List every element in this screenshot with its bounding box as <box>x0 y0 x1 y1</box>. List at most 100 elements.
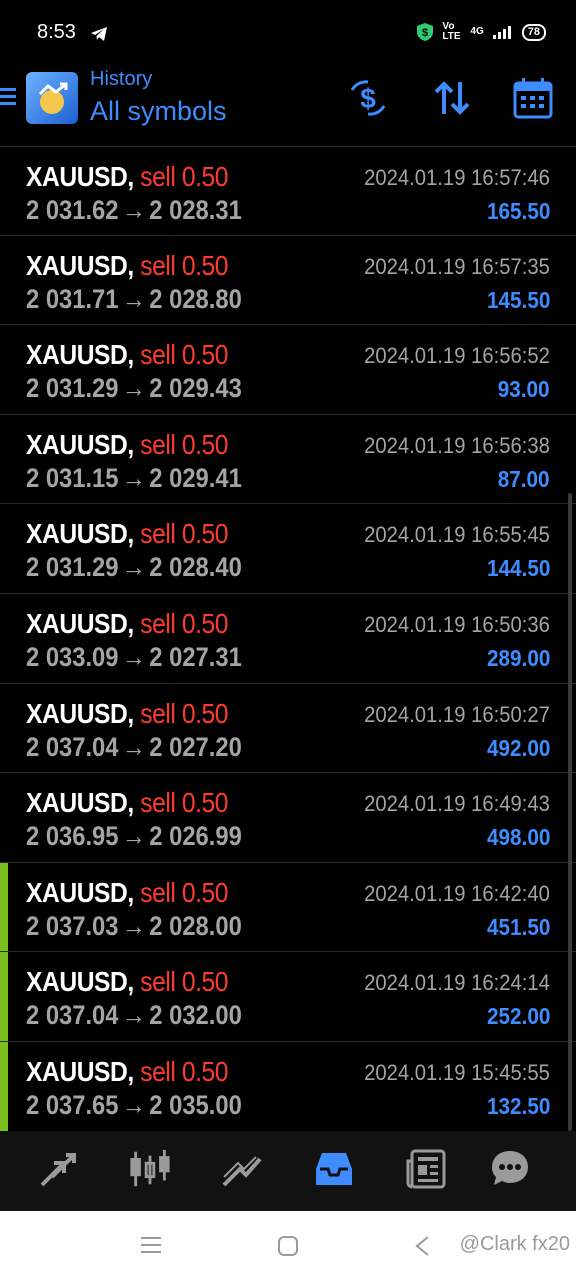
trade-profit: 451.50 <box>486 913 550 940</box>
trade-row[interactable]: XAUUSD, sell 0.50 2 037.03 → 2 028.00 2024… <box>0 862 576 953</box>
trade-symbol: XAUUSD, <box>26 249 134 281</box>
trade-row[interactable]: XAUUSD, sell 0.50 2 031.15 → 2 029.41 2024… <box>0 415 576 505</box>
trade-side: sell <box>140 518 176 550</box>
trade-volume: 0.50 <box>181 428 229 460</box>
close-price: 2 028.31 <box>149 195 242 225</box>
symbol-filter[interactable]: All symbols <box>90 96 227 127</box>
header-title: History <box>90 68 153 90</box>
telegram-icon <box>91 27 107 41</box>
arrow-right-icon: → <box>122 641 146 672</box>
row-marker <box>0 1041 8 1131</box>
arrow-right-icon: → <box>122 462 146 493</box>
trade-profit: 145.50 <box>486 286 550 313</box>
trade-datetime: 2024.01.19 16:56:52 <box>364 343 550 369</box>
trade-volume: 0.50 <box>181 161 229 192</box>
trade-symbol: XAUUSD, <box>26 966 134 998</box>
trade-profit: 93.00 <box>498 376 550 403</box>
close-price: 2 026.99 <box>149 821 242 852</box>
trade-symbol-line: XAUUSD, sell 0.50 <box>26 518 228 550</box>
trade-row[interactable]: XAUUSD, sell 0.50 2 031.71 → 2 028.80 2024… <box>0 236 576 326</box>
trade-symbol-line: XAUUSD, sell 0.50 <box>26 339 228 371</box>
sort-icon[interactable] <box>432 76 472 120</box>
history-list[interactable]: XAUUSD, sell 0.50 2 031.62 → 2 028.31 2024… <box>0 146 576 1132</box>
trade-volume: 0.50 <box>181 876 229 908</box>
news-icon[interactable] <box>404 1147 448 1191</box>
candlestick-icon[interactable] <box>128 1147 172 1191</box>
trade-row[interactable]: XAUUSD, sell 0.50 2 031.29 → 2 028.40 2024… <box>0 504 576 594</box>
trade-row[interactable]: XAUUSD, sell 0.50 2 037.04 → 2 032.00 2024… <box>0 952 576 1042</box>
watermark: @Clark fx20 <box>459 1233 570 1255</box>
trend-icon[interactable] <box>220 1147 264 1191</box>
trade-row[interactable]: XAUUSD, sell 0.50 2 031.29 → 2 029.43 2024… <box>0 325 576 415</box>
system-nav-bar: @Clark fx20 <box>0 1211 576 1280</box>
open-price: 2 033.09 <box>26 641 119 672</box>
trade-prices: 2 031.15 → 2 029.41 <box>26 463 242 494</box>
arrow-right-icon: → <box>122 195 146 225</box>
menu-icon[interactable] <box>0 86 16 108</box>
trade-datetime: 2024.01.19 16:50:36 <box>364 611 550 637</box>
close-price: 2 027.31 <box>149 641 242 672</box>
open-price: 2 036.95 <box>26 821 119 852</box>
calendar-icon[interactable] <box>512 76 554 120</box>
open-price: 2 037.65 <box>26 1089 119 1120</box>
trade-side: sell <box>140 161 176 192</box>
trade-datetime: 2024.01.19 16:56:38 <box>364 432 550 458</box>
trade-symbol-line: XAUUSD, sell 0.50 <box>26 877 228 909</box>
trade-volume: 0.50 <box>181 607 229 639</box>
trade-side: sell <box>140 249 176 281</box>
scrollbar[interactable] <box>568 493 572 1131</box>
arrow-right-icon: → <box>122 1000 146 1031</box>
trade-volume: 0.50 <box>181 787 229 819</box>
trade-symbol: XAUUSD, <box>26 428 134 460</box>
trade-datetime: 2024.01.19 16:57:46 <box>364 165 550 190</box>
trade-row[interactable]: XAUUSD, sell 0.50 2 031.62 → 2 028.31 2024… <box>0 146 576 236</box>
trade-side: sell <box>140 1055 176 1087</box>
trade-datetime: 2024.01.19 16:24:14 <box>364 970 550 996</box>
trade-symbol-line: XAUUSD, sell 0.50 <box>26 787 228 819</box>
svg-text:$: $ <box>422 27 428 39</box>
trade-row[interactable]: XAUUSD, sell 0.50 2 036.95 → 2 026.99 2024… <box>0 773 576 863</box>
trade-side: sell <box>140 339 176 371</box>
arrow-right-icon: → <box>122 373 146 404</box>
trade-symbol-line: XAUUSD, sell 0.50 <box>26 1056 228 1088</box>
open-price: 2 037.04 <box>26 731 119 762</box>
signal-icon <box>492 26 511 39</box>
trade-symbol: XAUUSD, <box>26 697 134 729</box>
arrow-right-icon: → <box>122 552 146 583</box>
back-nav-icon[interactable] <box>414 1235 430 1257</box>
home-nav-icon[interactable] <box>277 1235 299 1257</box>
trade-datetime: 2024.01.19 16:55:45 <box>364 522 550 548</box>
recents-nav-icon[interactable] <box>140 1235 162 1255</box>
trade-side: sell <box>140 966 176 998</box>
trade-volume: 0.50 <box>181 518 229 550</box>
trade-symbol-line: XAUUSD, sell 0.50 <box>26 250 228 282</box>
trade-volume: 0.50 <box>181 697 229 729</box>
trade-row[interactable]: XAUUSD, sell 0.50 2 037.04 → 2 027.20 2024… <box>0 684 576 774</box>
trade-prices: 2 031.62 → 2 028.31 <box>26 195 242 226</box>
trade-symbol: XAUUSD, <box>26 876 134 908</box>
arrow-right-icon: → <box>122 1089 146 1120</box>
trade-prices: 2 031.29 → 2 028.40 <box>26 552 242 583</box>
close-price: 2 028.40 <box>149 552 242 583</box>
trade-profit: 252.00 <box>486 1003 550 1030</box>
open-price: 2 037.03 <box>26 910 119 941</box>
inbox-icon[interactable] <box>312 1147 356 1191</box>
battery-level: 78 <box>521 23 546 41</box>
close-price: 2 027.20 <box>149 731 242 762</box>
volte-indicator: Vo LTE <box>442 21 461 42</box>
chat-icon[interactable] <box>488 1147 532 1191</box>
trade-volume: 0.50 <box>181 1055 229 1087</box>
app-logo-icon[interactable] <box>26 72 78 124</box>
deposit-dollar-icon[interactable]: $ <box>346 76 390 120</box>
trade-row[interactable]: XAUUSD, sell 0.50 2 037.65 → 2 035.00 2024… <box>0 1041 576 1132</box>
trade-prices: 2 033.09 → 2 027.31 <box>26 642 242 673</box>
trade-profit: 132.50 <box>486 1092 550 1119</box>
trade-row[interactable]: XAUUSD, sell 0.50 2 033.09 → 2 027.31 2024… <box>0 594 576 684</box>
trade-symbol: XAUUSD, <box>26 787 134 819</box>
row-marker <box>0 862 8 952</box>
trade-datetime: 2024.01.19 16:49:43 <box>364 791 550 817</box>
trade-symbol: XAUUSD, <box>26 339 134 371</box>
trade-profit: 492.00 <box>486 734 550 761</box>
open-price: 2 037.04 <box>26 1000 119 1031</box>
arrows-icon[interactable] <box>36 1147 80 1191</box>
